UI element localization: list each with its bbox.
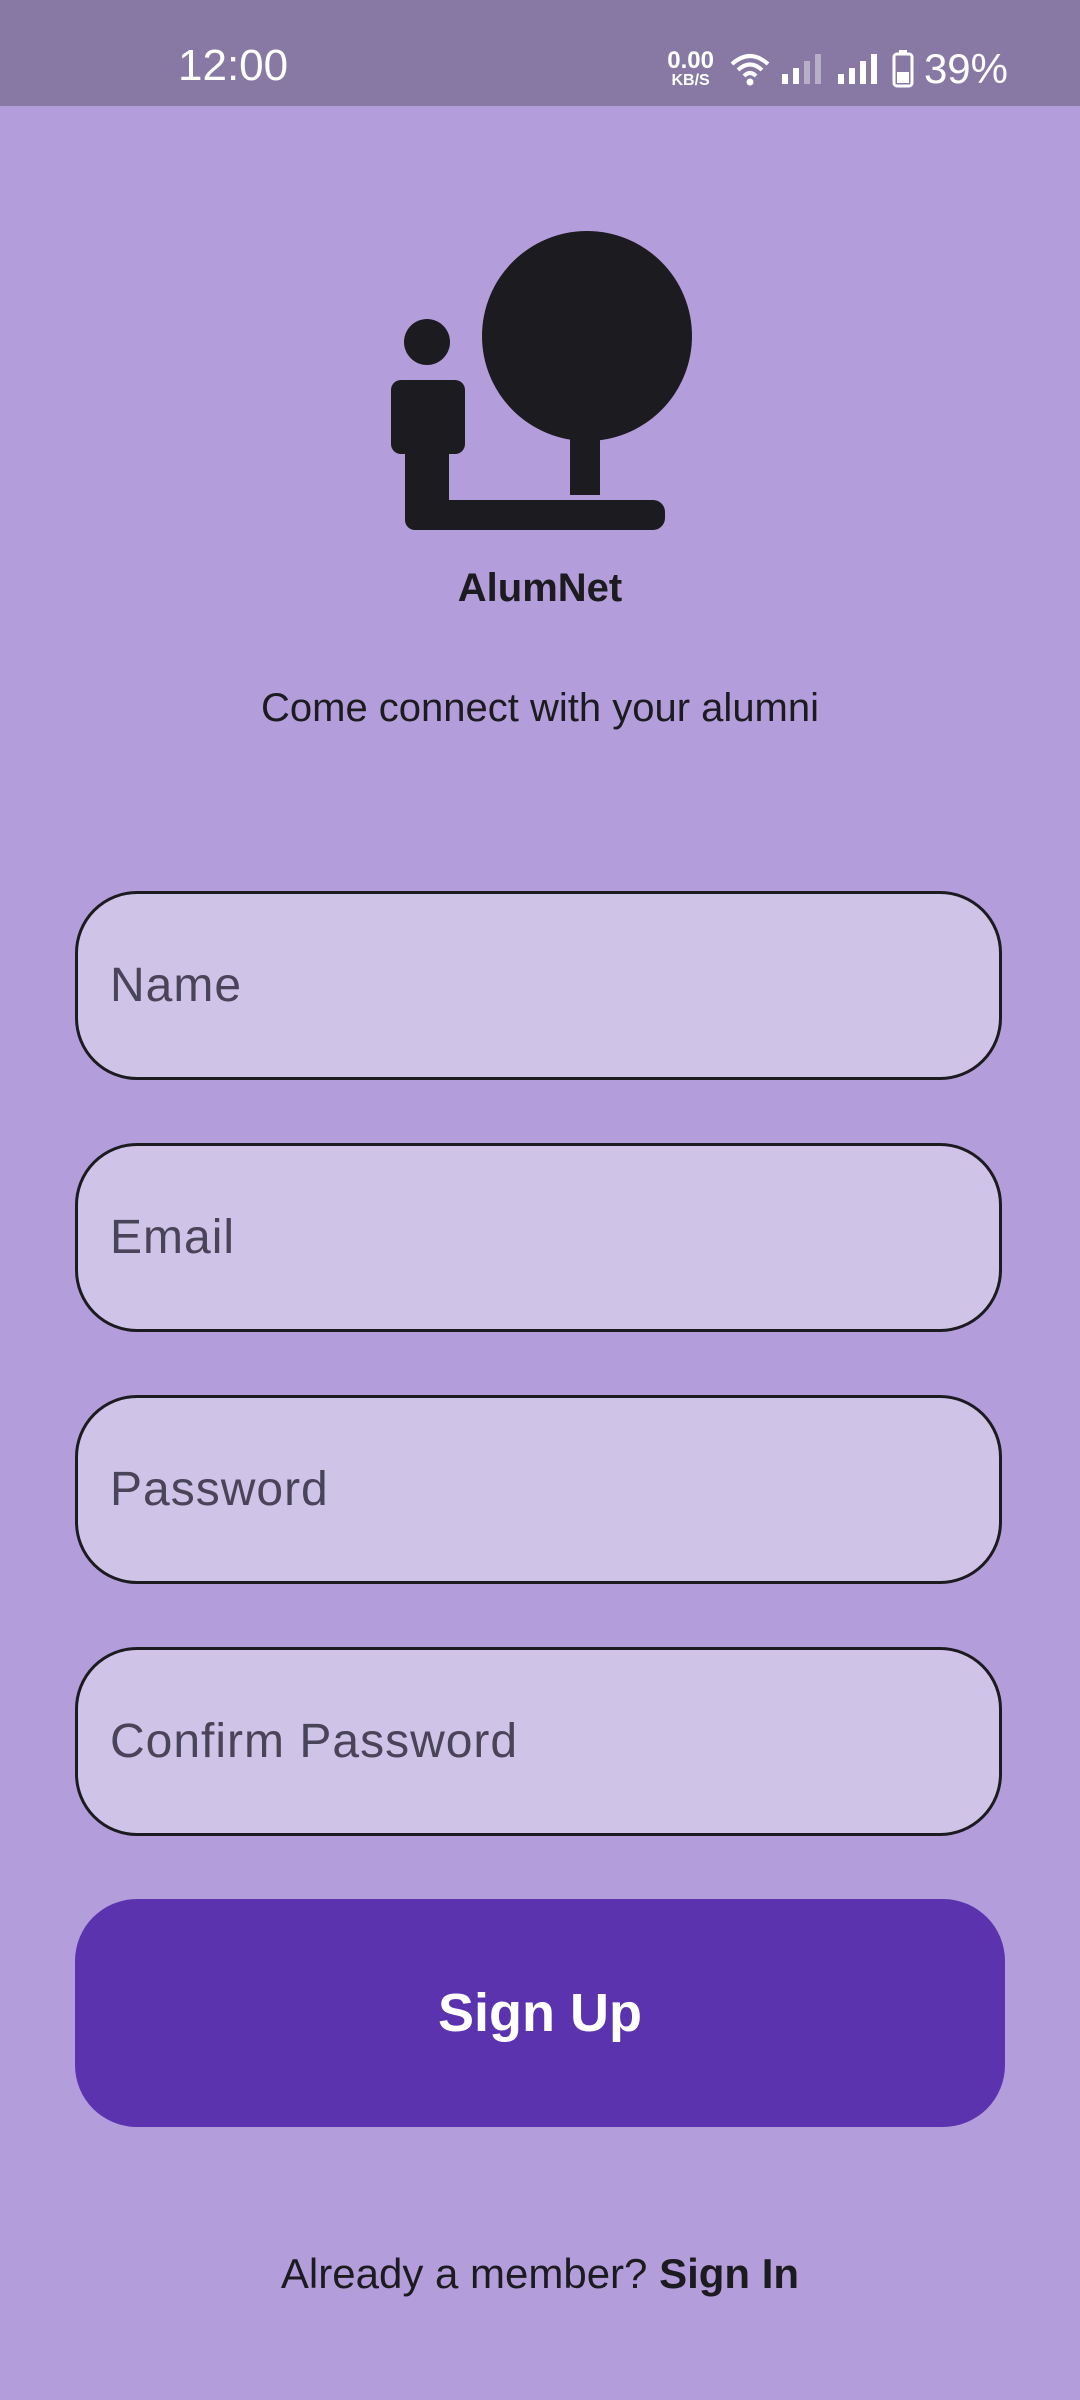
network-speed-unit: KB/S xyxy=(671,72,710,89)
sign-up-button[interactable]: Sign Up xyxy=(75,1899,1005,2127)
network-speed: 0.00 KB/S xyxy=(667,49,714,89)
confirm-password-field[interactable] xyxy=(75,1647,1002,1836)
status-icons: 0.00 KB/S 39% xyxy=(667,44,1008,94)
status-bar: 12:00 0.00 KB/S 39% xyxy=(0,0,1080,106)
signal-strong-icon xyxy=(837,54,877,84)
battery-icon xyxy=(892,50,914,88)
person-tree-logo-icon xyxy=(391,231,692,530)
email-field[interactable] xyxy=(75,1143,1002,1332)
status-time: 12:00 xyxy=(178,41,289,90)
already-member-text: Already a member? xyxy=(280,2250,648,2297)
password-field[interactable] xyxy=(75,1395,1002,1584)
battery-percent: 39% xyxy=(923,45,1008,92)
sign-in-prompt: Already a member? Sign In xyxy=(0,2250,1080,2298)
name-field[interactable] xyxy=(75,891,1002,1080)
signal-weak-icon xyxy=(781,54,821,84)
app-tagline: Come connect with your alumni xyxy=(260,686,820,730)
network-speed-value: 0.00 xyxy=(667,47,714,74)
wifi-icon xyxy=(730,54,770,86)
sign-in-link[interactable]: Sign In xyxy=(659,2250,799,2297)
app-name: AlumNet xyxy=(457,566,623,610)
